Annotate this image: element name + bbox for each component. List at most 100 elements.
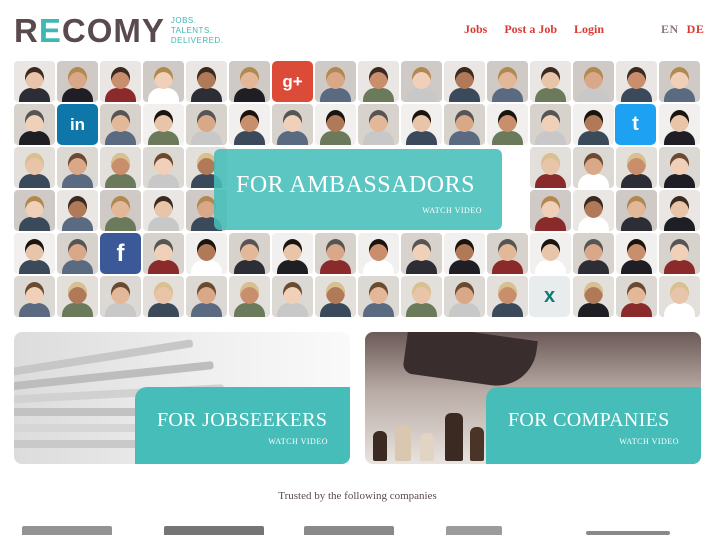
- ambassador-photo: [573, 190, 614, 231]
- ambassador-photo: [57, 190, 98, 231]
- ambassador-photo: [57, 61, 98, 102]
- companies-box: FOR COMPANIES WATCH VIDEO: [486, 387, 701, 464]
- ambassador-photo: [487, 104, 528, 145]
- ambassador-photo: [186, 104, 227, 145]
- main-nav: Jobs Post a Job Login: [464, 22, 604, 37]
- ambassador-photo: [229, 233, 270, 274]
- ambassador-photo: [401, 61, 442, 102]
- companies-title: FOR COMPANIES: [508, 409, 670, 431]
- xing-icon[interactable]: x: [529, 276, 570, 317]
- ambassador-photo: [444, 276, 485, 317]
- ambassador-photo: [100, 61, 141, 102]
- linkedin-icon[interactable]: in: [57, 104, 98, 145]
- logo-tagline: JOBS. TALENTS. DELIVERED.: [171, 16, 224, 46]
- lang-de[interactable]: DE: [687, 22, 705, 37]
- ambassador-photo: [143, 233, 184, 274]
- ambassador-photo: [14, 104, 55, 145]
- logo-letter-r: R: [14, 12, 39, 49]
- tagline-talents: TALENTS.: [170, 26, 213, 35]
- ambassadors-banner[interactable]: FOR AMBASSADORS WATCH VIDEO: [214, 149, 502, 230]
- ambassador-photo: [14, 190, 55, 231]
- ambassador-photo: [530, 233, 571, 274]
- jobseekers-title: FOR JOBSEEKERS: [157, 409, 328, 431]
- ambassador-photo: [14, 233, 55, 274]
- ambassador-photo: [444, 233, 485, 274]
- ambassador-photo: [573, 276, 614, 317]
- company-logos-strip: [14, 522, 701, 535]
- ambassador-photo: [100, 190, 141, 231]
- chess-piece: [445, 413, 463, 461]
- ambassador-photo: [315, 104, 356, 145]
- nav-post-a-job[interactable]: Post a Job: [504, 22, 557, 37]
- company-logo: [164, 526, 264, 535]
- ambassador-photo: [573, 233, 614, 274]
- ambassador-photo: [14, 61, 55, 102]
- ambassador-photo: [487, 276, 528, 317]
- company-logo: [586, 531, 670, 535]
- company-logo: [22, 526, 112, 535]
- ambassador-photo: [573, 104, 614, 145]
- ambassador-photo: [57, 147, 98, 188]
- ambassador-photo: [272, 104, 313, 145]
- tagline-jobs: JOBS.: [170, 16, 197, 25]
- ambassador-photo: [14, 276, 55, 317]
- ambassador-photo-mosaic[interactable]: in g+ t f x FOR AMBASSADORS WATCH VIDEO: [14, 61, 701, 319]
- ambassador-photo: [358, 104, 399, 145]
- ambassador-photo: [143, 190, 184, 231]
- ambassador-photo: [143, 61, 184, 102]
- companies-watch-video[interactable]: WATCH VIDEO: [619, 437, 679, 446]
- ambassador-photo: [401, 104, 442, 145]
- ambassador-photo: [229, 61, 270, 102]
- ambassador-photo: [315, 233, 356, 274]
- jobseekers-box: FOR JOBSEEKERS WATCH VIDEO: [135, 387, 350, 464]
- ambassador-photo: [143, 104, 184, 145]
- ambassador-photo: [616, 147, 657, 188]
- ambassador-photo: [530, 104, 571, 145]
- lang-en[interactable]: EN: [661, 22, 679, 37]
- twitter-icon[interactable]: t: [615, 104, 656, 145]
- company-logo: [304, 526, 394, 535]
- ambassadors-watch-video[interactable]: WATCH VIDEO: [422, 206, 482, 215]
- ambassador-photo: [229, 104, 270, 145]
- ambassador-photo: [487, 233, 528, 274]
- ambassador-photo: [143, 276, 184, 317]
- jobseekers-card[interactable]: FOR JOBSEEKERS WATCH VIDEO: [14, 332, 350, 464]
- ambassador-photo: [659, 233, 700, 274]
- companies-card[interactable]: FOR COMPANIES WATCH VIDEO: [365, 332, 701, 464]
- ambassador-photo: [186, 61, 227, 102]
- ambassador-photo: [616, 233, 657, 274]
- ambassador-photo: [659, 147, 700, 188]
- facebook-icon[interactable]: f: [100, 233, 141, 274]
- ambassador-photo: [272, 233, 313, 274]
- ambassador-photo: [616, 276, 657, 317]
- logo-wordmark: RECOMY: [14, 14, 165, 48]
- ambassador-photo: [487, 61, 528, 102]
- google-plus-icon[interactable]: g+: [272, 61, 313, 102]
- ambassador-photo: [315, 61, 356, 102]
- ambassador-photo: [444, 104, 485, 145]
- ambassador-photo: [530, 147, 571, 188]
- jobseekers-watch-video[interactable]: WATCH VIDEO: [268, 437, 328, 446]
- recomy-logo[interactable]: RECOMY JOBS. TALENTS. DELIVERED.: [14, 14, 223, 48]
- ambassador-photo: [57, 233, 98, 274]
- ambassador-photo: [229, 276, 270, 317]
- hand-image: [402, 332, 538, 391]
- ambassador-photo: [315, 276, 356, 317]
- ambassador-photo: [616, 190, 657, 231]
- ambassador-photo: [272, 276, 313, 317]
- ambassador-photo: [659, 104, 700, 145]
- ambassador-photo: [100, 147, 141, 188]
- company-logo: [446, 526, 502, 535]
- chess-piece: [373, 431, 387, 461]
- ambassador-photo: [530, 190, 571, 231]
- chess-piece: [470, 427, 484, 461]
- ambassador-photo: [659, 276, 700, 317]
- nav-login[interactable]: Login: [574, 22, 604, 37]
- ambassadors-title: FOR AMBASSADORS: [236, 172, 475, 198]
- logo-letters-comy: COMY: [61, 12, 165, 49]
- nav-jobs[interactable]: Jobs: [464, 22, 487, 37]
- tagline-delivered: DELIVERED.: [170, 36, 224, 45]
- ambassador-photo: [444, 61, 485, 102]
- ambassador-photo: [358, 233, 399, 274]
- trusted-companies-heading: Trusted by the following companies: [278, 490, 437, 502]
